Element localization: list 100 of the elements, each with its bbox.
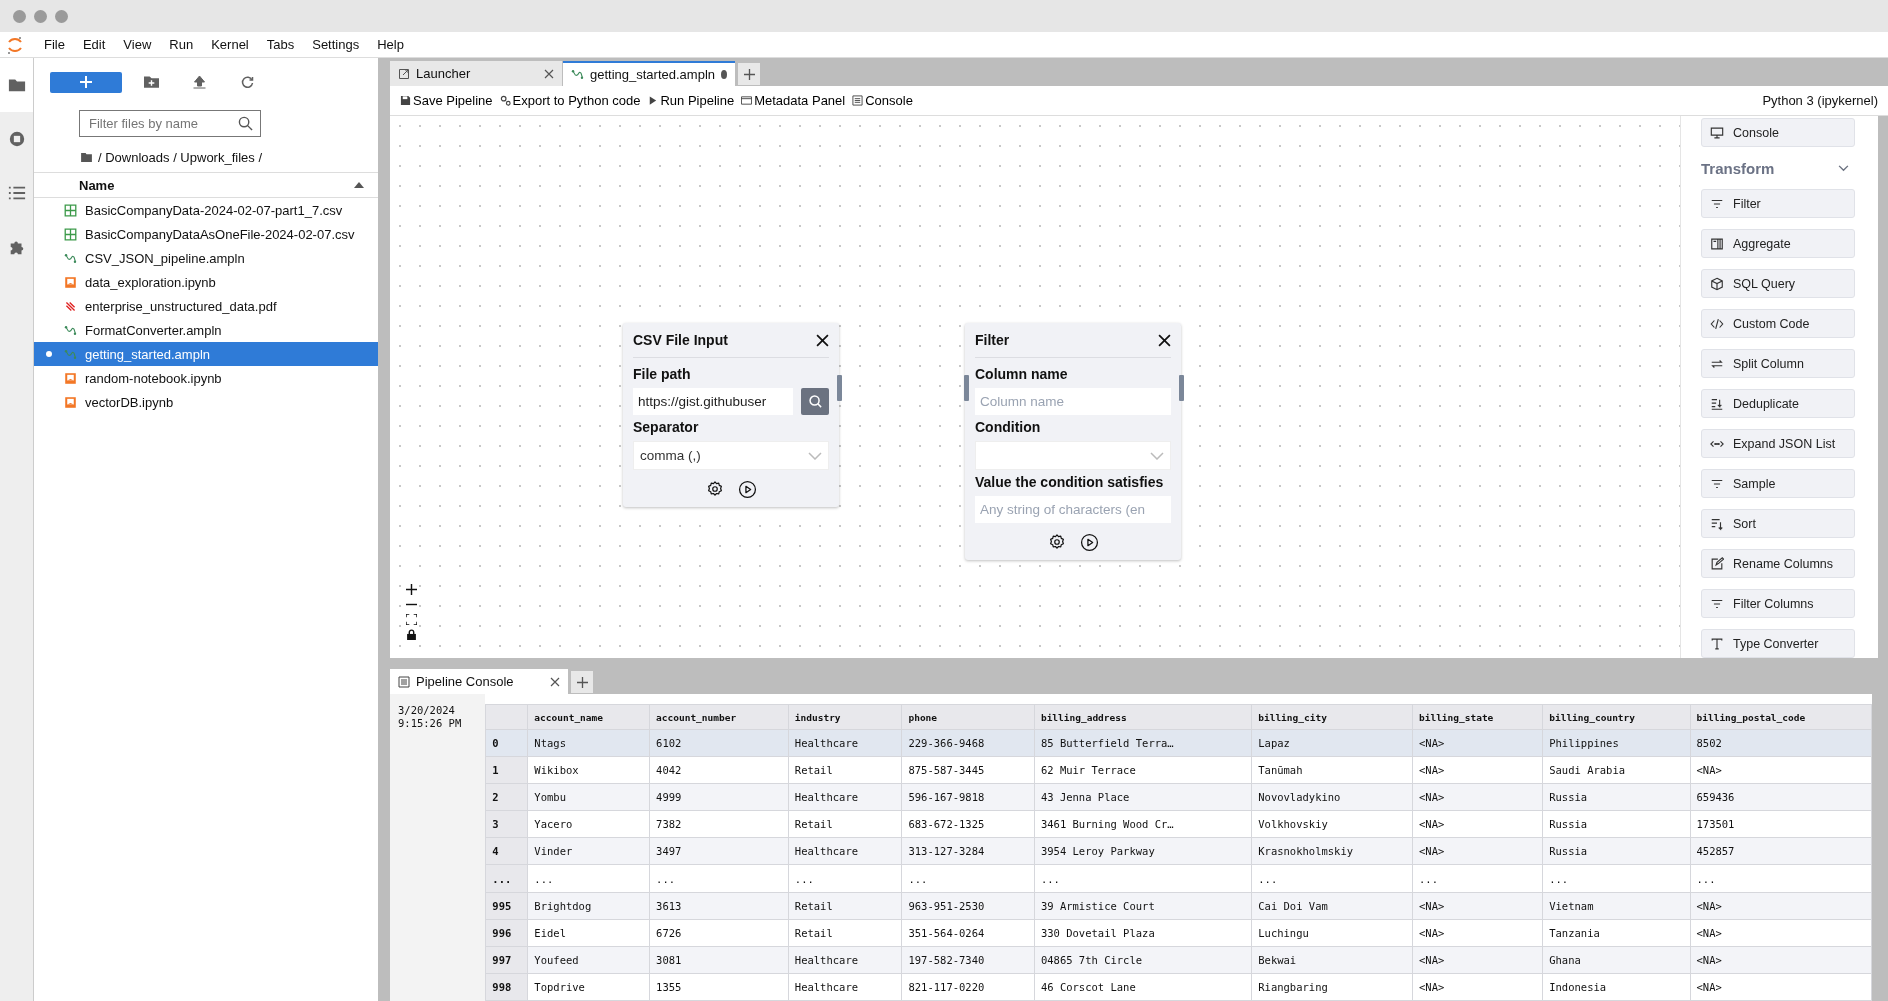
pipeline-node[interactable]: CSV File Input File path https://gist.githubuser Separator comma (,): [623, 323, 839, 507]
search-field[interactable]: Filter files by name: [79, 110, 261, 137]
palette-item[interactable]: Custom Code: [1701, 309, 1855, 338]
table-cell: Indonesia: [1542, 973, 1690, 1001]
palette-item[interactable]: Console: [1701, 118, 1855, 147]
kernel-status[interactable]: Python 3 (ipykernel): [1762, 93, 1888, 108]
row-index: 995: [485, 892, 528, 920]
input-field[interactable]: Any string of characters (en: [975, 496, 1171, 523]
column-header[interactable]: Name: [79, 177, 115, 193]
menu-item[interactable]: Run: [160, 37, 203, 52]
section-title: Transform: [1701, 159, 1775, 177]
table-cell: 46 Corscot Lane: [1034, 973, 1252, 1001]
node-handle[interactable]: [964, 375, 969, 401]
input-field[interactable]: Column name: [975, 388, 1171, 415]
fit-view-icon[interactable]: [406, 614, 417, 625]
palette-item[interactable]: Sort: [1701, 509, 1855, 538]
table-cell: Novovladykino: [1251, 783, 1413, 811]
table-cell: Retail: [788, 810, 902, 838]
column-header: billing_city: [1251, 704, 1413, 730]
toolbar-button[interactable]: Export to Python code: [497, 93, 646, 108]
refresh-icon[interactable]: [240, 75, 255, 89]
table-cell: Healthcare: [788, 783, 902, 811]
column-header: account_number: [649, 704, 789, 730]
listing-entry[interactable]: data_exploration.ipynb: [85, 274, 216, 290]
folder-icon[interactable]: [81, 152, 92, 162]
palette-item[interactable]: Deduplicate: [1701, 389, 1855, 418]
new-launcher-button[interactable]: [50, 71, 122, 93]
toolbar-button[interactable]: Console: [850, 93, 918, 108]
upload-icon[interactable]: [192, 75, 207, 89]
palette-item[interactable]: Rename Columns: [1701, 549, 1855, 578]
select-field[interactable]: comma (,): [633, 441, 829, 470]
table-cell: 62 Muir Terrace: [1034, 756, 1252, 784]
sort-icon[interactable]: [354, 182, 364, 188]
menu-item[interactable]: View: [114, 37, 161, 52]
listing-entry[interactable]: vectorDB.ipynb: [85, 394, 174, 410]
logo-icon: [7, 34, 23, 55]
listing-entry[interactable]: enterprise_unstructured_data.pdf: [85, 298, 277, 314]
close-icon[interactable]: [816, 333, 829, 347]
table-cell: ...: [649, 864, 789, 893]
document-tab[interactable]: Launcher: [390, 61, 562, 86]
breadcrumb[interactable]: / Downloads / Upwork_files /: [98, 149, 262, 165]
palette-item[interactable]: Type Converter: [1701, 629, 1855, 658]
pipeline-node[interactable]: Filter Column name Column name Condition Value the condition satisfies Any string of characters (en: [965, 323, 1181, 560]
select-field[interactable]: [975, 441, 1171, 470]
palette-item[interactable]: Split Column: [1701, 349, 1855, 378]
menu-item[interactable]: Kernel: [202, 37, 258, 52]
listing-entry[interactable]: CSV_JSON_pipeline.ampln: [85, 250, 245, 266]
listing-entry[interactable]: FormatConverter.ampln: [85, 322, 222, 338]
zoom-in-icon[interactable]: [406, 584, 417, 595]
table-cell: Vietnam: [1542, 892, 1690, 920]
palette-item[interactable]: Filter: [1701, 189, 1855, 218]
new-tab-button[interactable]: [571, 671, 593, 693]
table-cell: 85 Butterfield Terra…: [1034, 729, 1252, 757]
listing-entry[interactable]: BasicCompanyDataAsOneFile-2024-02-07.csv: [85, 226, 355, 242]
palette-item[interactable]: Filter Columns: [1701, 589, 1855, 618]
close-icon[interactable]: [1158, 333, 1171, 347]
row-index: 1: [485, 756, 528, 784]
table-cell: ...: [788, 864, 902, 893]
play-icon[interactable]: [1079, 533, 1099, 552]
lock-icon[interactable]: [406, 629, 417, 640]
table-cell: Philippines: [1542, 729, 1690, 757]
document-tab[interactable]: getting_started.ampln: [563, 61, 735, 86]
chevron-icon[interactable]: [1838, 164, 1849, 172]
new-folder-icon[interactable]: [144, 75, 159, 89]
table-cell: Luchingu: [1251, 919, 1413, 947]
table-cell: Brightdog: [527, 892, 650, 920]
toolbar-button[interactable]: Run Pipeline: [645, 93, 740, 108]
table-cell: Ghana: [1542, 946, 1690, 974]
close-icon[interactable]: [550, 676, 560, 687]
console-tab[interactable]: Pipeline Console: [390, 669, 568, 694]
palette-item[interactable]: SQL Query: [1701, 269, 1855, 298]
palette-item[interactable]: Aggregate: [1701, 229, 1855, 258]
table-cell: Vinder: [527, 837, 650, 865]
table-cell: ...: [1542, 864, 1690, 893]
menu-item[interactable]: Settings: [303, 37, 369, 52]
toolbar-button[interactable]: Metadata Panel: [739, 93, 851, 108]
stop-icon[interactable]: [7, 130, 26, 148]
field-label: Separator: [633, 418, 700, 437]
palette-item[interactable]: Expand JSON List: [1701, 429, 1855, 458]
table-cell: Retail: [788, 919, 902, 947]
table-cell: <NA>: [1690, 892, 1872, 920]
table-cell: 229-366-9468: [901, 729, 1035, 757]
settings-icon[interactable]: [705, 480, 724, 498]
node-handle[interactable]: [1179, 375, 1184, 401]
close-icon[interactable]: [544, 68, 554, 79]
new-tab-button[interactable]: [738, 63, 760, 85]
settings-icon[interactable]: [1047, 533, 1066, 551]
menu-item[interactable]: File: [35, 37, 74, 52]
node-title: Filter: [975, 332, 1010, 348]
input-field[interactable]: https://gist.githubuser: [633, 388, 793, 415]
play-icon[interactable]: [737, 480, 757, 499]
node-handle[interactable]: [837, 375, 842, 401]
palette-item[interactable]: Sample: [1701, 469, 1855, 498]
listing-entry[interactable]: BasicCompanyData-2024-02-07-part1_7.csv: [85, 202, 343, 218]
menu-item[interactable]: Help: [368, 37, 413, 52]
toolbar-button[interactable]: Save Pipeline: [398, 93, 498, 108]
menu-item[interactable]: Tabs: [257, 37, 304, 52]
menu-item[interactable]: Edit: [73, 37, 115, 52]
browse-button[interactable]: [801, 388, 829, 415]
listing-entry[interactable]: random-notebook.ipynb: [85, 370, 222, 386]
